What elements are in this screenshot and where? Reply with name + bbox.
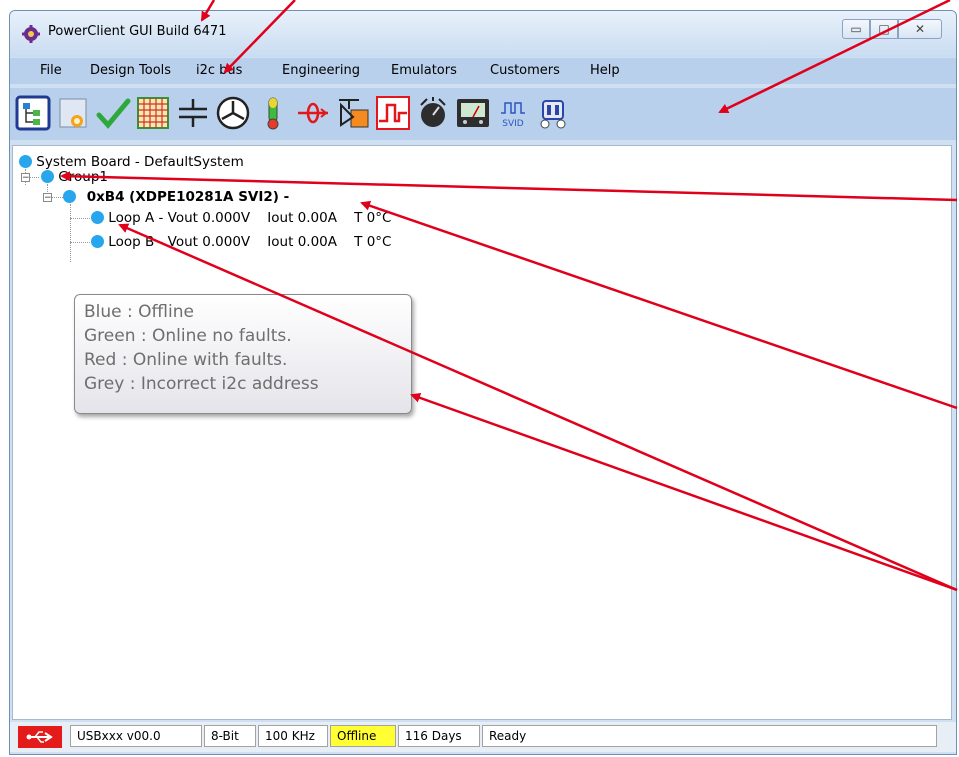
menu-customers[interactable]: Customers: [490, 63, 560, 78]
status-dot: [91, 211, 104, 224]
component-button[interactable]: [333, 93, 373, 133]
grid-table-icon: [137, 97, 169, 129]
tree-node-device[interactable]: 0xB4 (XDPE10281A SVI2) -: [63, 189, 289, 205]
minimize-button[interactable]: ▭: [842, 19, 870, 39]
system-tree-button[interactable]: [13, 93, 53, 133]
minimize-icon: ▭: [850, 22, 862, 36]
menu-emulators[interactable]: Emulators: [391, 63, 457, 78]
close-icon: ✕: [914, 22, 926, 36]
dial-knob-button[interactable]: [413, 93, 453, 133]
validate-button[interactable]: [93, 93, 133, 133]
bus-speed-cell: 100 KHz: [258, 725, 328, 747]
tree-node-label: 0xB4 (XDPE10281A SVI2) -: [86, 189, 290, 205]
bit-mode-cell: 8-Bit: [204, 725, 256, 747]
dial-knob-icon: [420, 97, 446, 127]
legend-green: Green : Online no faults.: [84, 326, 292, 346]
tree-node-label: Group1: [58, 169, 108, 185]
system-tree-panel: System Board - DefaultSystem − Group1 − …: [12, 145, 952, 720]
system-tree-icon: [15, 95, 51, 131]
current-probe-button[interactable]: [293, 93, 333, 133]
grid-table-button[interactable]: [133, 93, 173, 133]
menu-help[interactable]: Help: [590, 63, 620, 78]
menu-engineering[interactable]: Engineering: [282, 63, 360, 78]
maximize-button[interactable]: □: [870, 19, 898, 39]
status-dot: [91, 235, 104, 248]
waveform-icon: [376, 96, 410, 130]
app-window: PowerClient GUI Build 6471 ▭ □ ✕ File De…: [9, 10, 957, 755]
tree-node-label: Loop A - Vout 0.000V Iout 0.00A T 0°C: [108, 210, 392, 226]
robot-icon: [540, 100, 566, 129]
component-icon: [339, 99, 369, 128]
meter-gauge-button[interactable]: [453, 93, 493, 133]
capacitor-icon: [179, 99, 207, 127]
collapse-group-toggle[interactable]: −: [21, 173, 30, 183]
menu-design-tools[interactable]: Design Tools: [90, 63, 171, 78]
status-dot: [19, 155, 32, 168]
tree-node-loop-b[interactable]: Loop B - Vout 0.000V Iout 0.00A T 0°C: [91, 234, 391, 250]
toolbar: SVID: [10, 88, 956, 140]
thermometer-button[interactable]: [253, 93, 293, 133]
title-bar: PowerClient GUI Build 6471 ▭ □ ✕: [10, 11, 956, 57]
new-design-icon: [59, 98, 87, 128]
tree-node-group[interactable]: Group1: [41, 169, 108, 185]
checkmark-icon: [96, 98, 131, 129]
window-title: PowerClient GUI Build 6471: [48, 24, 227, 39]
menu-file[interactable]: File: [40, 63, 62, 78]
svid-icon: SVID: [501, 102, 525, 129]
status-bar: USBxxx v00.0 8-Bit 100 KHz Offline 116 D…: [10, 722, 956, 752]
app-gear-icon: [22, 25, 40, 43]
status-dot: [63, 190, 76, 203]
maximize-icon: □: [878, 22, 890, 36]
license-days-cell: 116 Days: [398, 725, 480, 747]
usb-connection-icon: [18, 726, 62, 748]
status-dot: [41, 170, 54, 183]
waveform-button[interactable]: [373, 93, 413, 133]
robot-button[interactable]: [533, 93, 573, 133]
usb-version-cell: USBxxx v00.0: [70, 725, 202, 747]
legend-blue: Blue : Offline: [84, 302, 194, 322]
new-design-button[interactable]: [53, 93, 93, 133]
window-controls: ▭ □ ✕: [842, 19, 942, 39]
thermometer-icon: [267, 97, 279, 130]
close-button[interactable]: ✕: [898, 19, 942, 39]
phase-diagram-icon: [216, 96, 250, 130]
meter-gauge-icon: [457, 99, 489, 127]
current-probe-icon: [298, 102, 328, 124]
legend-grey: Grey : Incorrect i2c address: [84, 374, 319, 394]
collapse-device-toggle[interactable]: −: [43, 193, 52, 203]
tree-node-system-board[interactable]: System Board - DefaultSystem: [19, 154, 244, 170]
menu-i2c-bus[interactable]: i2c bus: [196, 63, 242, 78]
tree-node-loop-a[interactable]: Loop A - Vout 0.000V Iout 0.00A T 0°C: [91, 210, 391, 226]
tree-node-label: System Board - DefaultSystem: [36, 154, 244, 170]
menu-bar: File Design Tools i2c bus Engineering Em…: [10, 58, 956, 84]
status-legend-tooltip: Blue : Offline Green : Online no faults.…: [74, 294, 412, 414]
connection-state-cell: Offline: [330, 725, 396, 747]
svid-button[interactable]: SVID: [493, 93, 533, 133]
svid-label: SVID: [502, 119, 524, 129]
phase-diagram-button[interactable]: [213, 93, 253, 133]
tree-node-label: Loop B - Vout 0.000V Iout 0.00A T 0°C: [108, 234, 392, 250]
capacitor-button[interactable]: [173, 93, 213, 133]
legend-red: Red : Online with faults.: [84, 350, 288, 370]
status-message-cell: Ready: [482, 725, 937, 747]
